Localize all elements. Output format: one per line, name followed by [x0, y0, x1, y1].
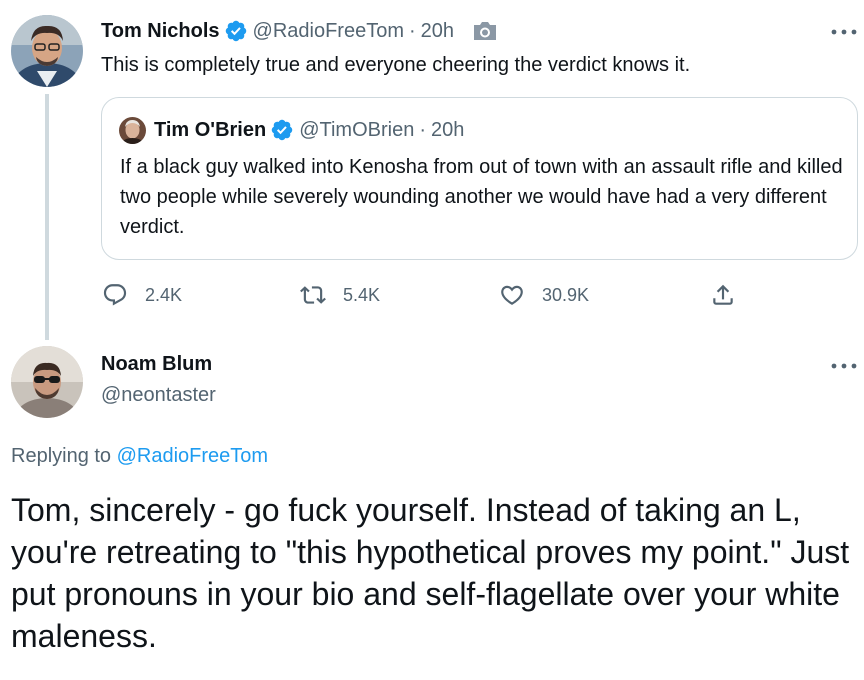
parent-tweet[interactable]: Tom Nichols @RadioFreeTom · 20h This is …	[0, 0, 864, 340]
quoted-handle[interactable]: @TimOBrien	[299, 119, 414, 142]
retweet-action[interactable]: 5.4K	[300, 281, 380, 309]
share-action[interactable]	[710, 281, 753, 309]
verified-badge-icon	[224, 19, 248, 43]
retweet-icon	[300, 286, 326, 304]
parent-handle[interactable]: @RadioFreeTom	[253, 20, 404, 43]
replying-to-mention[interactable]: @RadioFreeTom	[117, 445, 268, 467]
parent-tweet-header: Tom Nichols @RadioFreeTom · 20h	[101, 17, 498, 45]
reply-icon	[103, 284, 127, 306]
quoted-tweet-text: If a black guy walked into Kenosha from …	[120, 156, 843, 238]
retweet-count: 5.4K	[343, 284, 381, 305]
like-count: 30.9K	[542, 284, 590, 305]
parent-display-name[interactable]: Tom Nichols	[101, 20, 220, 43]
camera-icon	[472, 20, 498, 42]
separator-dot: ·	[409, 19, 416, 42]
reply-handle[interactable]: @neontaster	[101, 381, 216, 409]
replying-to-label: Replying to	[11, 445, 112, 467]
quoted-timestamp[interactable]: 20h	[431, 119, 464, 142]
more-options-icon[interactable]	[829, 24, 859, 35]
tom-nichols-avatar[interactable]	[11, 15, 83, 87]
more-options-icon[interactable]	[829, 358, 859, 369]
parent-tweet-text: This is completely true and everyone che…	[101, 54, 691, 76]
like-action[interactable]: 30.9K	[499, 281, 589, 309]
heart-icon	[501, 285, 523, 305]
separator-dot: ·	[419, 118, 426, 141]
verified-badge-icon	[270, 118, 294, 142]
quoted-tweet-card[interactable]: Tim O'Brien @TimOBrien · 20h If a black …	[101, 97, 858, 260]
quoted-tweet-header: Tim O'Brien @TimOBrien · 20h	[119, 116, 464, 144]
thread-connector-line	[45, 94, 49, 340]
reply-count: 2.4K	[145, 284, 183, 305]
quoted-display-name[interactable]: Tim O'Brien	[154, 119, 266, 142]
tim-obrien-avatar	[119, 116, 146, 144]
noam-blum-avatar[interactable]	[11, 346, 83, 418]
replying-to-line: Replying to @RadioFreeTom	[11, 442, 268, 470]
reply-tweet-text: Tom, sincerely - go fuck yourself. Inste…	[11, 492, 850, 654]
share-icon	[713, 284, 733, 305]
parent-timestamp[interactable]: 20h	[421, 20, 454, 43]
reply-action[interactable]: 2.4K	[102, 281, 182, 309]
reply-display-name[interactable]: Noam Blum	[101, 350, 212, 378]
